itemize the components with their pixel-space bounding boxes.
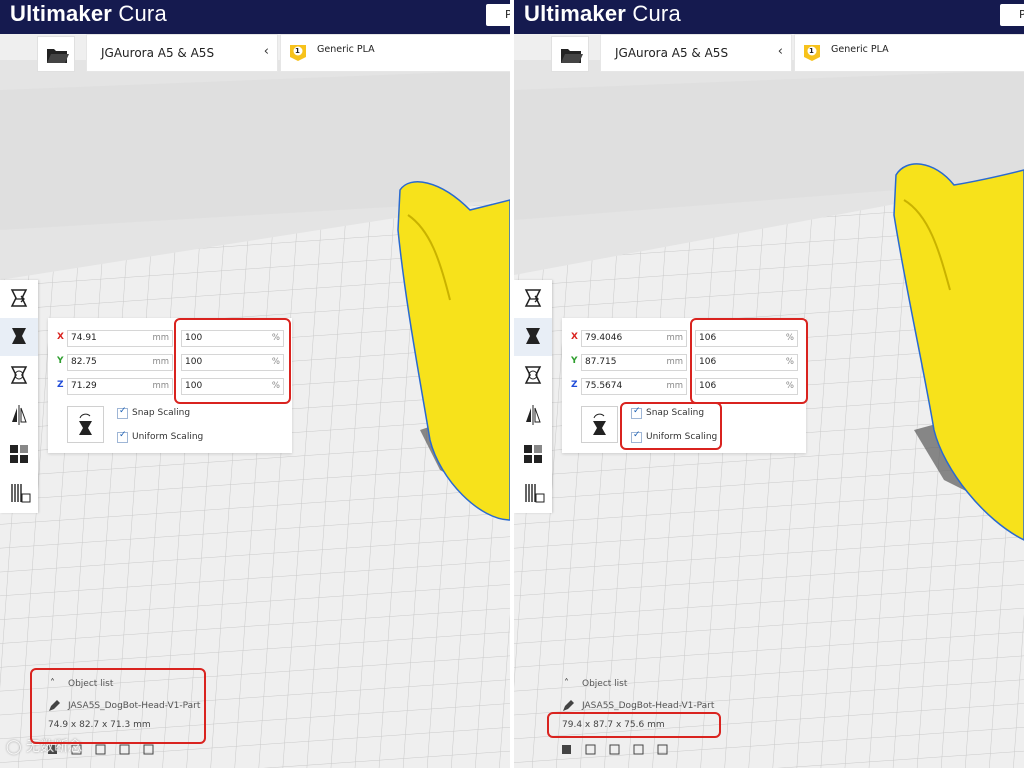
annotation-highlight-dimensions bbox=[547, 712, 721, 738]
printer-name: JGAurora A5 & A5S bbox=[101, 46, 215, 60]
pencil-icon[interactable] bbox=[562, 700, 574, 712]
cura-window-before: Ultimaker Cura P JGAurora A5 & A5S ‹ 1 G… bbox=[0, 0, 510, 768]
annotation-highlight-percent bbox=[174, 318, 291, 404]
object-name: JASA5S_DogBot-Head-V1-Part bbox=[582, 701, 715, 711]
checkmark-icon: ✓ bbox=[119, 406, 127, 416]
axis-y-label: Y bbox=[57, 356, 64, 366]
rotate-icon bbox=[524, 366, 542, 384]
move-icon bbox=[524, 289, 542, 307]
mirror-tool-button[interactable] bbox=[514, 396, 552, 434]
material-selector[interactable]: 1 Generic PLA bbox=[794, 34, 1024, 72]
extruder-number: 1 bbox=[295, 47, 300, 55]
mirror-icon bbox=[526, 405, 541, 425]
extruder-number: 1 bbox=[809, 47, 814, 55]
per-model-settings-button[interactable] bbox=[0, 435, 38, 473]
support-blocker-icon bbox=[11, 484, 31, 503]
lay-flat-icon bbox=[593, 413, 606, 435]
top-right-button[interactable]: P bbox=[486, 4, 510, 26]
chevron-left-icon: ‹ bbox=[777, 44, 783, 59]
support-blocker-icon bbox=[525, 484, 545, 503]
rotate-icon bbox=[10, 366, 28, 384]
view-orientation-controls bbox=[560, 741, 680, 761]
per-model-icon bbox=[524, 445, 542, 463]
x-mm-field[interactable]: 74.91 mm bbox=[67, 330, 173, 347]
app-logo: Ultimaker Cura bbox=[10, 1, 167, 26]
lay-flat-button[interactable] bbox=[67, 406, 104, 443]
x-mm-field[interactable]: 79.4046 mm bbox=[581, 330, 687, 347]
support-blocker-button[interactable] bbox=[0, 474, 38, 512]
open-file-button[interactable] bbox=[551, 36, 589, 72]
top-bar: Ultimaker Cura P bbox=[0, 0, 510, 34]
snap-scaling-label: Snap Scaling bbox=[132, 408, 191, 418]
checkmark-icon: ✓ bbox=[119, 430, 127, 440]
mirror-icon bbox=[12, 405, 27, 425]
z-mm-field[interactable]: 71.29 mm bbox=[67, 378, 173, 395]
move-tool-button[interactable] bbox=[0, 280, 38, 318]
material-selector[interactable]: 1 Generic PLA bbox=[280, 34, 510, 72]
uniform-scaling-checkbox[interactable]: ✓ bbox=[117, 430, 128, 443]
rotate-tool-button[interactable] bbox=[514, 357, 552, 395]
axis-z-label: Z bbox=[57, 380, 64, 390]
annotation-highlight-checkboxes bbox=[620, 402, 722, 450]
scale-tool-button[interactable] bbox=[0, 318, 38, 356]
scale-tool-button[interactable] bbox=[514, 318, 552, 356]
rotate-tool-button[interactable] bbox=[0, 357, 38, 395]
printer-name: JGAurora A5 & A5S bbox=[615, 46, 729, 60]
view-cube-icons[interactable] bbox=[560, 741, 680, 757]
top-right-button[interactable]: P bbox=[1000, 4, 1024, 26]
scale-icon bbox=[526, 328, 540, 344]
axis-x-label: X bbox=[57, 332, 64, 342]
per-model-icon bbox=[10, 445, 28, 463]
axis-z-label: Z bbox=[571, 380, 578, 390]
toolbar: JGAurora A5 & A5S ‹ 1 Generic PLA bbox=[0, 34, 510, 74]
toolbar: JGAurora A5 & A5S ‹ 1 Generic PLA bbox=[514, 34, 1024, 74]
printer-selector[interactable]: JGAurora A5 & A5S ‹ bbox=[600, 34, 792, 72]
top-bar: Ultimaker Cura P bbox=[514, 0, 1024, 34]
cura-window-after: Ultimaker Cura P JGAurora A5 & A5S ‹ 1 G… bbox=[514, 0, 1024, 768]
material-name: Generic PLA bbox=[831, 44, 889, 55]
material-name: Generic PLA bbox=[317, 44, 375, 55]
tool-sidebar bbox=[514, 280, 552, 513]
support-blocker-button[interactable] bbox=[514, 474, 552, 512]
app-logo: Ultimaker Cura bbox=[524, 1, 681, 26]
annotation-highlight-percent bbox=[690, 318, 808, 404]
snap-scaling-checkbox[interactable]: ✓ bbox=[117, 406, 128, 419]
folder-icon bbox=[47, 49, 69, 63]
axis-x-label: X bbox=[571, 332, 578, 342]
lay-flat-icon bbox=[79, 413, 92, 435]
move-icon bbox=[10, 289, 28, 307]
mirror-tool-button[interactable] bbox=[0, 396, 38, 434]
lay-flat-button[interactable] bbox=[581, 406, 618, 443]
y-mm-field[interactable]: 87.715 mm bbox=[581, 354, 687, 371]
annotation-highlight-object-list bbox=[30, 668, 206, 744]
tool-sidebar bbox=[0, 280, 38, 513]
printer-selector[interactable]: JGAurora A5 & A5S ‹ bbox=[86, 34, 278, 72]
scale-icon bbox=[12, 328, 26, 344]
chevron-left-icon: ‹ bbox=[263, 44, 269, 59]
object-list-title[interactable]: Object list bbox=[582, 679, 627, 689]
folder-icon bbox=[561, 49, 583, 63]
open-file-button[interactable] bbox=[37, 36, 75, 72]
uniform-scaling-label: Uniform Scaling bbox=[132, 432, 204, 442]
per-model-settings-button[interactable] bbox=[514, 435, 552, 473]
move-tool-button[interactable] bbox=[514, 280, 552, 318]
y-mm-field[interactable]: 82.75 mm bbox=[67, 354, 173, 371]
axis-y-label: Y bbox=[571, 356, 578, 366]
chevron-up-icon[interactable]: ˄ bbox=[564, 678, 569, 689]
z-mm-field[interactable]: 75.5674 mm bbox=[581, 378, 687, 395]
screenshot-comparison: Ultimaker Cura P JGAurora A5 & A5S ‹ 1 G… bbox=[0, 0, 1024, 768]
